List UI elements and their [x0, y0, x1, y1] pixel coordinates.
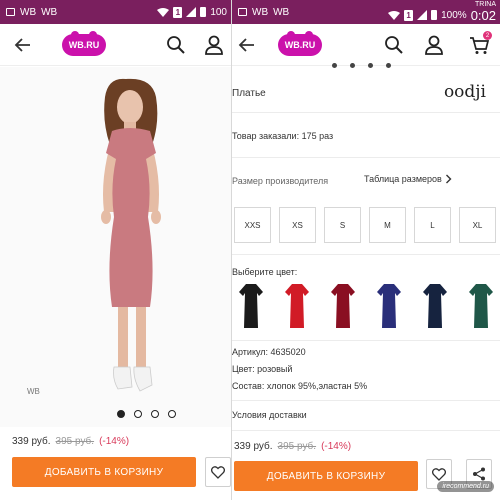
carousel-indicator — [117, 410, 176, 418]
color-swatch-dress[interactable] — [422, 283, 448, 329]
old-price: 395 руб. — [55, 436, 95, 447]
color-swatch-dress[interactable] — [238, 283, 264, 329]
wifi-icon — [388, 10, 401, 20]
share-icon — [473, 467, 485, 481]
profile-icon[interactable] — [423, 34, 445, 56]
composition: Состав: хлопок 95%,эластан 5% — [232, 381, 368, 391]
cart-button[interactable]: 2 — [468, 31, 492, 56]
search-icon[interactable] — [165, 34, 187, 56]
signal-icon — [186, 7, 197, 17]
signal-icon — [417, 10, 428, 20]
color-swatch-dress[interactable] — [468, 283, 494, 329]
carrier-label: WB — [273, 6, 290, 18]
heart-icon — [432, 467, 446, 481]
size-option[interactable]: XXS — [234, 207, 271, 243]
size-chart-link[interactable]: Таблица размеров — [364, 174, 452, 184]
comparison-page: WB WB 1 100 WB.RU WB 339 руб. 395 руб. (… — [0, 0, 500, 500]
carousel-dot[interactable] — [151, 410, 159, 418]
carrier-label: WB — [20, 6, 37, 18]
carousel-indicator — [332, 63, 391, 68]
price-row: 339 руб. 395 руб. (-14%) — [234, 441, 351, 452]
sim-icon: 1 — [173, 6, 183, 18]
color-swatch-dress[interactable] — [284, 283, 310, 329]
size-option[interactable]: L — [414, 207, 451, 243]
carousel-dot[interactable] — [350, 63, 355, 68]
back-arrow-icon[interactable] — [236, 34, 258, 56]
color-selector — [238, 283, 494, 329]
color-value: Цвет: розовый — [232, 364, 293, 374]
add-to-cart-button[interactable]: ДОБАВИТЬ В КОРЗИНУ — [234, 461, 418, 491]
search-icon[interactable] — [383, 34, 405, 56]
carousel-dot[interactable] — [168, 410, 176, 418]
favorite-button[interactable] — [205, 457, 231, 487]
product-category: Платье — [232, 88, 266, 99]
brand-name[interactable]: oodji — [444, 82, 486, 102]
add-to-cart-button[interactable]: ДОБАВИТЬ В КОРЗИНУ — [12, 457, 196, 487]
battery-level: 100% — [441, 9, 467, 21]
delivery-conditions-link[interactable]: Условия доставки — [232, 410, 307, 420]
battery-icon — [200, 7, 207, 17]
divider — [232, 400, 500, 401]
size-option[interactable]: XS — [279, 207, 316, 243]
cart-count-badge: 2 — [483, 31, 492, 40]
battery-icon — [431, 10, 438, 20]
status-bar: WB WB TRINA 1 100% 0:02 — [232, 0, 500, 24]
size-chart-label: Таблица размеров — [364, 174, 442, 184]
right-phone-screen: WB WB TRINA 1 100% 0:02 WB.RU 2 Платье o… — [232, 0, 500, 500]
carrier-label: WB — [252, 6, 269, 18]
divider — [232, 430, 500, 431]
carousel-dot[interactable] — [332, 63, 337, 68]
discount-badge: (-14%) — [321, 441, 352, 452]
carousel-dot[interactable] — [117, 410, 125, 418]
gallery-icon — [6, 8, 15, 16]
orders-count: Товар заказали: 175 раз — [232, 131, 334, 141]
wb-logo[interactable]: WB.RU — [278, 31, 322, 56]
old-price: 395 руб. — [277, 441, 317, 452]
discount-badge: (-14%) — [99, 436, 130, 447]
product-photo[interactable] — [0, 67, 231, 427]
gallery-icon — [238, 8, 247, 16]
size-selector: XXS XS S M L XL — [234, 207, 496, 243]
divider — [232, 157, 500, 158]
status-bar: WB WB 1 100 — [0, 0, 231, 24]
carousel-dot[interactable] — [368, 63, 373, 68]
wb-logo[interactable]: WB.RU — [62, 31, 106, 56]
chevron-right-icon — [445, 174, 452, 184]
top-app-bar: WB.RU 2 — [232, 24, 500, 66]
size-option[interactable]: XL — [459, 207, 496, 243]
left-phone-screen: WB WB 1 100 WB.RU WB 339 руб. 395 руб. (… — [0, 0, 231, 500]
divider — [232, 254, 500, 255]
size-option[interactable]: M — [369, 207, 406, 243]
article-number: Артикул: 4635020 — [232, 347, 306, 357]
carrier-label: WB — [41, 6, 58, 18]
current-price: 339 руб. — [12, 436, 51, 447]
heart-icon — [211, 465, 225, 479]
price-row: 339 руб. 395 руб. (-14%) — [12, 436, 129, 447]
photo-watermark: WB — [27, 387, 40, 396]
profile-icon[interactable] — [203, 34, 225, 56]
wifi-icon — [157, 7, 170, 17]
battery-level: 100 — [210, 6, 227, 18]
current-price: 339 руб. — [234, 441, 273, 452]
color-label: Выберите цвет: — [232, 267, 298, 277]
top-app-bar: WB.RU — [0, 24, 231, 66]
clock: 0:02 — [470, 7, 496, 23]
sim-icon: 1 — [404, 9, 414, 21]
back-arrow-icon[interactable] — [12, 34, 34, 56]
carousel-dot[interactable] — [134, 410, 142, 418]
watermark: irecommend.ru — [437, 481, 494, 492]
divider — [232, 112, 500, 113]
color-swatch-dress[interactable] — [330, 283, 356, 329]
divider — [232, 340, 500, 341]
size-option[interactable]: S — [324, 207, 361, 243]
color-swatch-dress[interactable] — [376, 283, 402, 329]
carousel-dot[interactable] — [386, 63, 391, 68]
size-label: Размер производителя — [232, 176, 329, 186]
